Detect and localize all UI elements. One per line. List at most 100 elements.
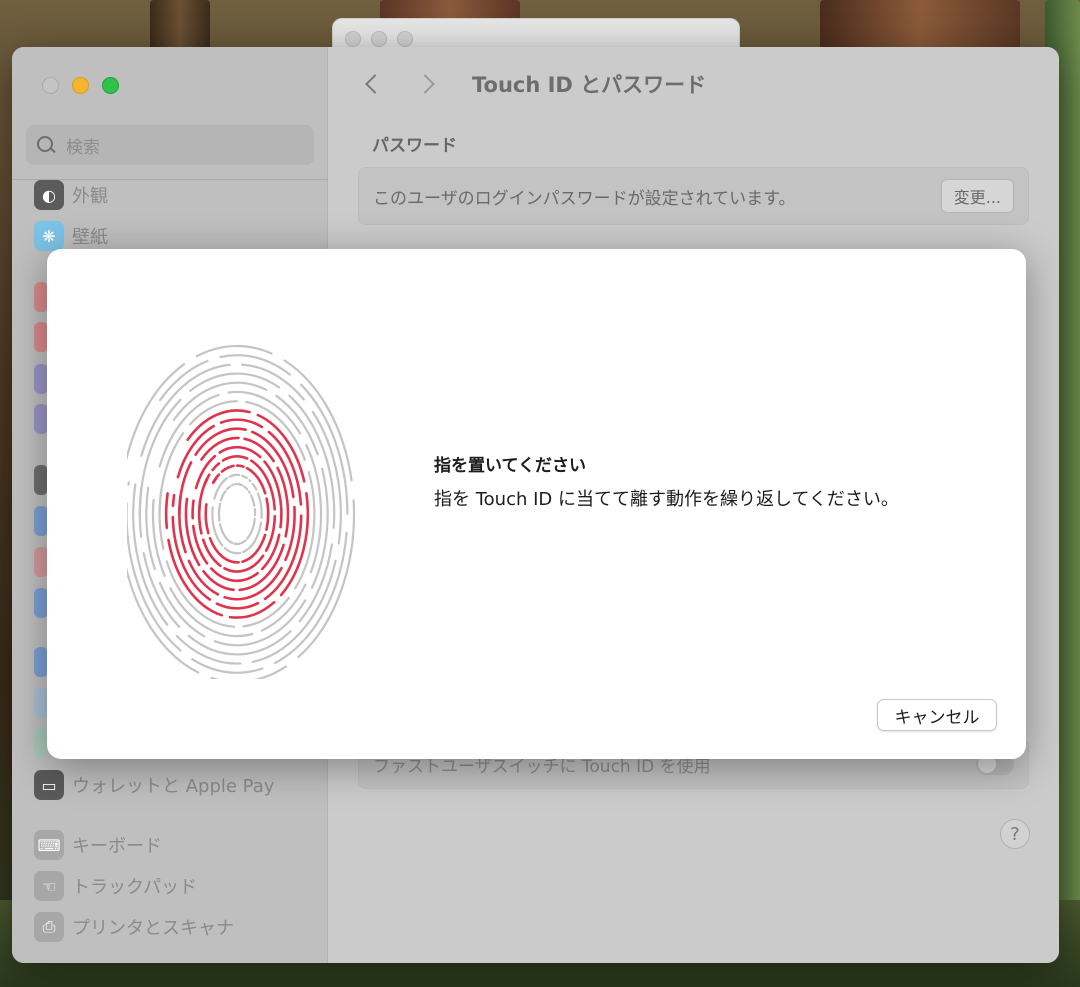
wallpaper-icon: ❋ bbox=[34, 221, 64, 251]
keyboard-icon: ⌨ bbox=[34, 830, 64, 860]
fingerprint-ridge bbox=[175, 634, 242, 665]
password-row: このユーザのログインパスワードが設定されています。 変更... bbox=[358, 167, 1029, 225]
background-window-controls bbox=[345, 31, 413, 47]
sidebar-item-trackpad[interactable]: ☜ トラックパッド bbox=[34, 871, 197, 901]
back-button[interactable] bbox=[358, 69, 388, 99]
fingerprint-ridge bbox=[227, 390, 302, 435]
fingerprint-ridge bbox=[228, 473, 236, 478]
minimize-icon bbox=[371, 31, 387, 47]
fingerprint-ridge bbox=[223, 566, 283, 601]
fingerprint-ridge bbox=[216, 473, 221, 478]
minimize-button[interactable] bbox=[72, 77, 89, 94]
fingerprint-ridge bbox=[178, 495, 187, 554]
sidebar-item-label: プリンタとスキャナ bbox=[72, 918, 234, 939]
fingerprint-ridge bbox=[171, 493, 176, 508]
sidebar-item-label: トラックパッド bbox=[72, 877, 198, 898]
fingerprint-ridge bbox=[186, 409, 251, 441]
search-field[interactable]: 検索 bbox=[26, 125, 314, 165]
sidebar-item-icon[interactable] bbox=[34, 322, 48, 352]
fingerprint-ridge bbox=[256, 413, 306, 483]
sidebar-item-icon[interactable] bbox=[34, 647, 48, 677]
touch-id-enroll-sheet: 指を置いてください 指を Touch ID に当てて離す動作を繰り返してください… bbox=[47, 249, 1026, 759]
zoom-icon bbox=[397, 31, 413, 47]
section-title: パスワード bbox=[372, 136, 457, 156]
fingerprint-ridge bbox=[187, 559, 220, 596]
fingerprint-ridge bbox=[265, 497, 270, 531]
fingerprint-ridge bbox=[204, 503, 210, 535]
sidebar-item-label: キーボード bbox=[72, 836, 162, 857]
change-password-button[interactable]: 変更... bbox=[940, 179, 1014, 213]
fingerprint-ridge bbox=[223, 547, 242, 555]
page-title: Touch ID とパスワード bbox=[472, 73, 707, 97]
sidebar-item-icon[interactable] bbox=[34, 547, 48, 577]
fingerprint-ridge bbox=[219, 418, 264, 429]
fingerprint-ridge bbox=[238, 543, 285, 592]
fingerprint-ridge bbox=[158, 393, 220, 468]
fingerprint-ridge bbox=[215, 601, 260, 610]
sidebar-item-label: 外観 bbox=[72, 186, 108, 207]
fingerprint-ridge bbox=[191, 658, 264, 674]
sidebar-item-icon[interactable] bbox=[34, 282, 48, 312]
fingerprint-ridge bbox=[223, 554, 265, 573]
sidebar-item-label: ウォレットと Apple Pay bbox=[72, 776, 275, 797]
fingerprint-ridge bbox=[204, 476, 209, 484]
fingerprint-ridge bbox=[247, 490, 251, 494]
sheet-message: 指を Touch ID に当てて離す動作を繰り返してください。 bbox=[434, 489, 899, 510]
search-placeholder: 検索 bbox=[66, 137, 100, 158]
fingerprint-ridge bbox=[223, 490, 227, 494]
fingerprint-ridge bbox=[213, 475, 219, 482]
sidebar-item-icon[interactable] bbox=[34, 588, 48, 618]
fingerprint-ridge bbox=[219, 494, 224, 502]
sidebar-item-icon[interactable] bbox=[34, 728, 48, 758]
fingerprint-ridge bbox=[242, 596, 290, 628]
fingerprint-ridge bbox=[213, 482, 223, 500]
navigation-bar: Touch ID とパスワード bbox=[358, 69, 706, 99]
fingerprint-ridge bbox=[233, 539, 247, 546]
sidebar-item-wallpaper[interactable]: ❋ 壁紙 bbox=[34, 221, 108, 251]
fingerprint-ridge bbox=[236, 464, 245, 468]
fingerprint-ridge bbox=[211, 462, 221, 472]
printer-icon: ⎙ bbox=[34, 912, 64, 942]
fingerprint-ridge bbox=[243, 485, 249, 491]
cancel-button[interactable]: キャンセル bbox=[877, 699, 997, 731]
appearance-icon: ◐ bbox=[34, 180, 64, 210]
sidebar-item-icon[interactable] bbox=[34, 506, 48, 536]
fingerprint-ridge bbox=[224, 477, 229, 481]
fingerprint-ridge bbox=[225, 485, 232, 491]
fingerprint-ridge bbox=[167, 538, 223, 617]
fingerprint-ridge bbox=[256, 492, 263, 519]
sheet-title: 指を置いてください bbox=[434, 456, 586, 476]
trackpad-icon: ☜ bbox=[34, 871, 64, 901]
password-status-text: このユーザのログインパスワードが設定されています。 bbox=[373, 188, 796, 209]
help-button[interactable]: ? bbox=[1000, 819, 1030, 849]
sidebar-item-icon[interactable] bbox=[34, 404, 48, 434]
zoom-button[interactable] bbox=[102, 77, 119, 94]
fingerprint-ridge bbox=[221, 455, 249, 462]
window-controls bbox=[42, 77, 119, 94]
sidebar-item-icon[interactable] bbox=[34, 465, 48, 495]
fingerprint-ridge bbox=[218, 523, 234, 544]
fingerprint-ridge bbox=[250, 494, 255, 502]
fingerprint-ridge bbox=[158, 490, 165, 550]
sidebar-item-printers[interactable]: ⎙ プリンタとスキャナ bbox=[34, 912, 234, 942]
close-button[interactable] bbox=[42, 77, 59, 94]
search-icon bbox=[36, 135, 56, 155]
fingerprint-ridge bbox=[219, 354, 291, 376]
sidebar-item-keyboard[interactable]: ⌨ キーボード bbox=[34, 830, 162, 860]
close-icon bbox=[345, 31, 361, 47]
sidebar-item-icon[interactable] bbox=[34, 688, 48, 718]
fingerprint-ridge bbox=[248, 479, 252, 483]
fingerprint-ridge bbox=[206, 473, 211, 479]
forward-button[interactable] bbox=[412, 69, 442, 99]
fingerprint-icon bbox=[127, 344, 356, 679]
fingerprint-ridge bbox=[220, 466, 230, 473]
fingerprint-ridge bbox=[276, 466, 290, 538]
fingerprint-ridge bbox=[246, 517, 256, 540]
fingerprint-ridge bbox=[197, 501, 203, 535]
sidebar-item-icon[interactable] bbox=[34, 364, 48, 394]
fingerprint-ridge bbox=[251, 482, 258, 491]
sidebar-item-wallet[interactable]: ▭ ウォレットと Apple Pay bbox=[34, 770, 274, 800]
sidebar-item-appearance[interactable]: ◐ 外観 bbox=[34, 180, 108, 210]
fingerprint-ridge bbox=[187, 630, 292, 656]
fingerprint-ridge bbox=[164, 492, 169, 530]
